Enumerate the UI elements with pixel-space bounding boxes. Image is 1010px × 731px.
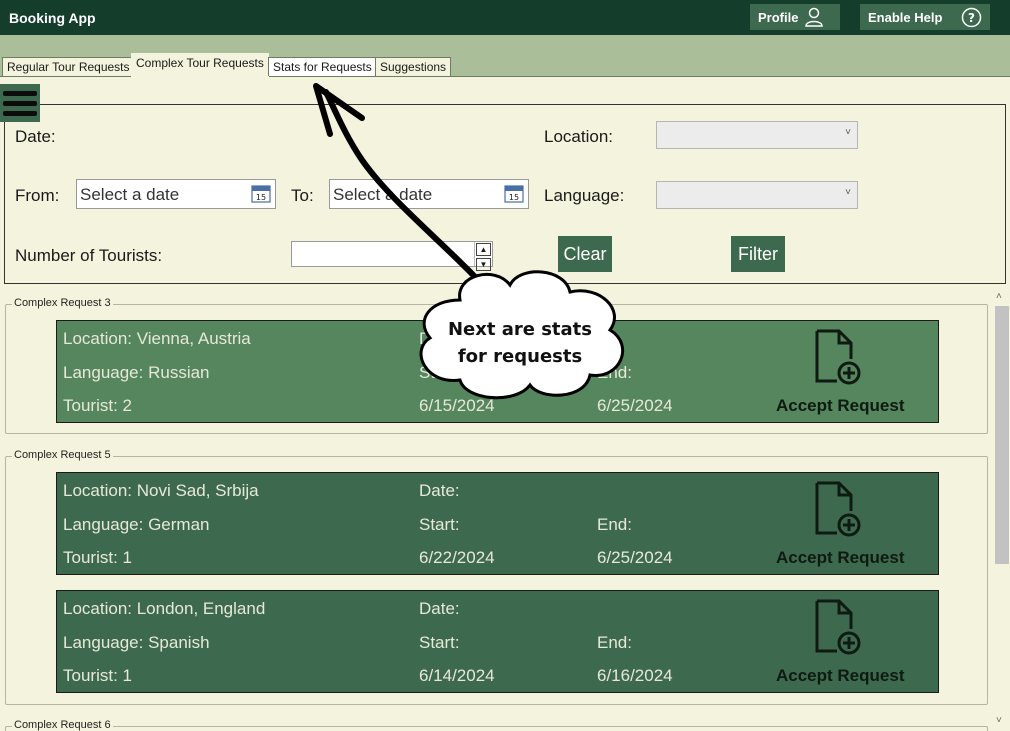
app-title: Booking App xyxy=(9,10,96,26)
request-tourist: Tourist: 2 xyxy=(63,396,132,415)
from-date-picker[interactable]: Select a date 15 xyxy=(76,179,276,209)
request-start-date: 6/15/2024 xyxy=(419,396,495,415)
title-bar: Booking App Profile Enable Help ? xyxy=(0,0,1010,35)
from-date-placeholder: Select a date xyxy=(80,185,180,204)
chevron-down-icon: ˅ xyxy=(845,187,851,198)
request-end-label: End: xyxy=(597,515,632,534)
tab-complex-tour-requests[interactable]: Complex Tour Requests xyxy=(131,53,269,77)
clear-button[interactable]: Clear xyxy=(558,236,612,272)
chevron-down-icon: ˅ xyxy=(845,127,851,138)
svg-text:15: 15 xyxy=(256,193,266,202)
calendar-icon[interactable]: 15 xyxy=(251,183,271,203)
stepper-down-icon[interactable]: ▼ xyxy=(476,258,491,271)
profile-label: Profile xyxy=(758,9,799,25)
request-location: Location: Novi Sad, Srbija xyxy=(63,481,259,500)
location-label: Location: xyxy=(544,127,613,146)
tab-stats-for-requests[interactable]: Stats for Requests xyxy=(268,57,377,76)
annotation-line-2: for requests xyxy=(457,346,583,367)
complex-request-group: Complex Request 5 Location: Novi Sad, Sr… xyxy=(5,449,988,705)
request-card: Location: London, England Language: Span… xyxy=(56,590,939,693)
language-select[interactable]: ˅ xyxy=(656,181,858,209)
svg-text:15: 15 xyxy=(509,193,519,202)
annotation-line-1: Next are stats xyxy=(447,319,593,340)
tab-suggestions[interactable]: Suggestions xyxy=(375,57,452,76)
request-start-label: Start: xyxy=(419,633,460,652)
location-select[interactable]: ˅ xyxy=(656,121,858,149)
user-icon xyxy=(805,7,824,27)
request-end-label: End: xyxy=(597,363,632,382)
request-end-date: 6/25/2024 xyxy=(597,396,673,415)
annotation-text: Next are stats for requests xyxy=(440,316,600,370)
request-language: Language: Spanish xyxy=(63,633,210,652)
to-date-picker[interactable]: Select a date 15 xyxy=(329,179,529,209)
to-date-placeholder: Select a date xyxy=(333,185,433,204)
hamburger-icon xyxy=(3,90,37,96)
scroll-down-icon[interactable]: ˅ xyxy=(996,715,1002,726)
request-tourist: Tourist: 1 xyxy=(63,548,132,567)
group-title: Complex Request 3 xyxy=(12,297,113,309)
request-end-label: End: xyxy=(597,633,632,652)
filter-panel: Date: Location: ˅ From: Select a date 15… xyxy=(4,104,1006,284)
request-location: Location: Vienna, Austria xyxy=(63,329,251,348)
request-end-date: 6/25/2024 xyxy=(597,548,673,567)
request-language: Language: Russian xyxy=(63,363,210,382)
hamburger-line xyxy=(3,110,37,116)
tourists-stepper[interactable]: ▲ ▼ xyxy=(474,242,492,271)
request-start-label: Start: xyxy=(419,515,460,534)
request-end-date: 6/16/2024 xyxy=(597,666,673,685)
vertical-scrollbar[interactable]: ˄ ˅ xyxy=(993,290,1010,731)
request-tourist: Tourist: 1 xyxy=(63,666,132,685)
tourists-number-input[interactable]: ▲ ▼ xyxy=(291,241,493,271)
to-label: To: xyxy=(291,186,314,205)
tab-bar: Regular Tour Requests Complex Tour Reque… xyxy=(0,35,1010,77)
svg-text:?: ? xyxy=(968,11,975,25)
accept-request-button[interactable]: Accept Request xyxy=(776,666,904,686)
request-start-date: 6/22/2024 xyxy=(419,548,495,567)
date-label: Date: xyxy=(15,127,56,146)
enable-help-button[interactable]: Enable Help ? xyxy=(860,4,990,30)
complex-request-group: Complex Request 6 xyxy=(5,719,988,731)
group-title: Complex Request 5 xyxy=(12,449,113,461)
accept-request-button[interactable]: Accept Request xyxy=(776,548,904,568)
document-add-icon[interactable] xyxy=(813,599,861,655)
request-card: Location: Novi Sad, Srbija Language: Ger… xyxy=(56,472,939,575)
profile-button[interactable]: Profile xyxy=(750,4,840,30)
request-language: Language: German xyxy=(63,515,210,534)
calendar-icon[interactable]: 15 xyxy=(504,183,524,203)
stepper-up-icon[interactable]: ▲ xyxy=(476,243,491,256)
language-label: Language: xyxy=(544,186,625,205)
tab-regular-tour-requests[interactable]: Regular Tour Requests xyxy=(2,57,135,76)
menu-button[interactable] xyxy=(0,84,40,122)
document-add-icon[interactable] xyxy=(813,329,861,385)
help-label: Enable Help xyxy=(868,9,943,25)
request-date-label: Date: xyxy=(419,481,460,500)
scroll-up-icon[interactable]: ˄ xyxy=(996,291,1002,302)
hamburger-line xyxy=(3,100,37,106)
group-title: Complex Request 6 xyxy=(12,719,113,731)
document-add-icon[interactable] xyxy=(813,481,861,537)
request-start-date: 6/14/2024 xyxy=(419,666,495,685)
filter-button[interactable]: Filter xyxy=(731,236,785,272)
request-date-label: Date: xyxy=(419,599,460,618)
accept-request-button[interactable]: Accept Request xyxy=(776,396,904,416)
tourists-label: Number of Tourists: xyxy=(15,246,163,265)
from-label: From: xyxy=(15,186,60,205)
request-location: Location: London, England xyxy=(63,599,266,618)
scroll-thumb[interactable] xyxy=(995,306,1009,564)
question-circle-icon: ? xyxy=(961,7,982,27)
